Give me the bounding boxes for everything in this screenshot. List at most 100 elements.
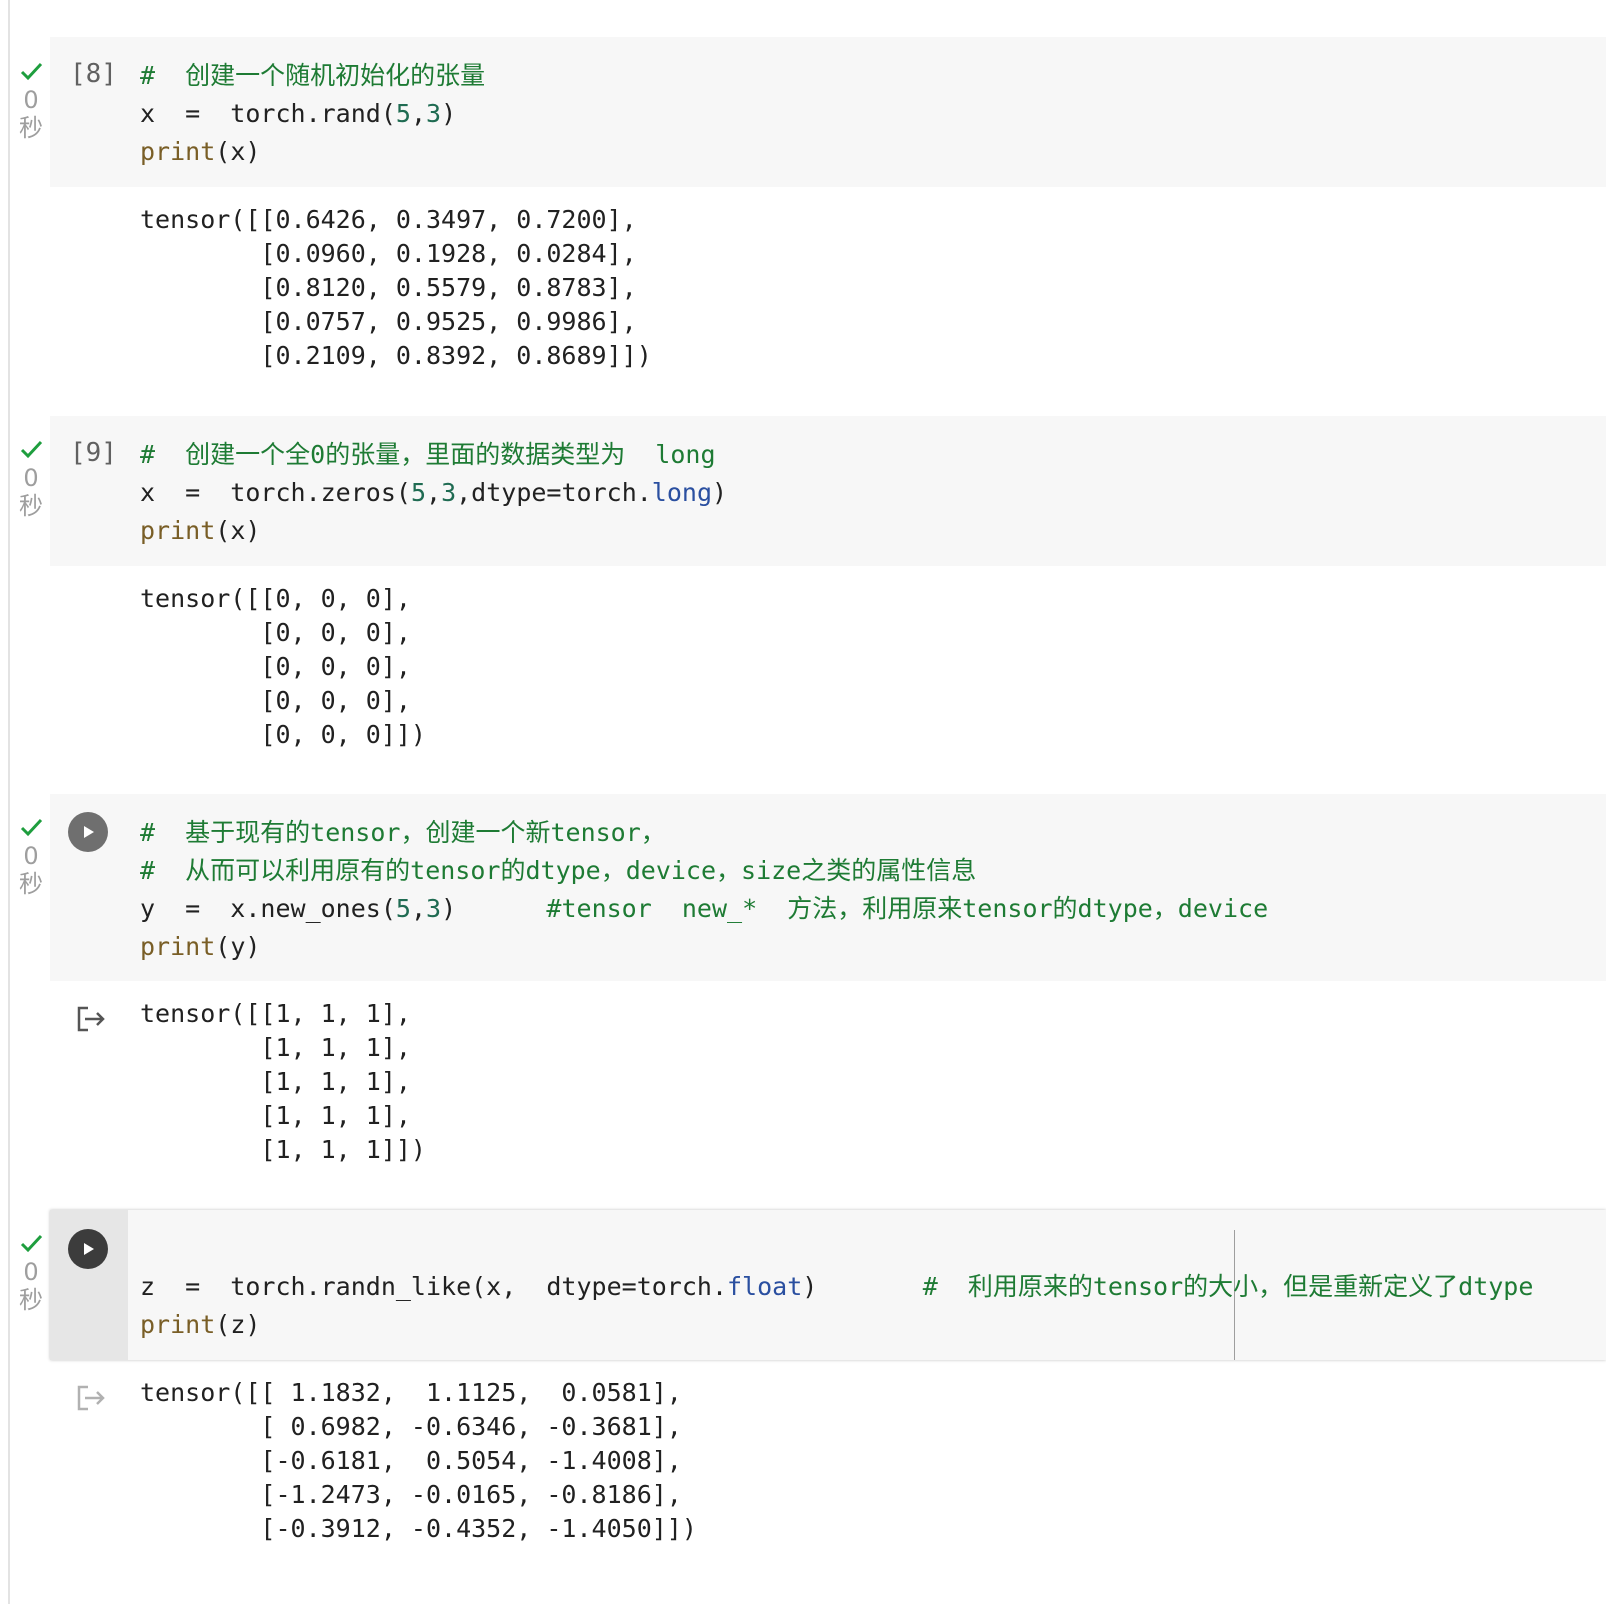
- check-icon: [20, 1234, 43, 1253]
- code-token: print: [140, 137, 216, 166]
- exec-time-value: 0: [23, 1258, 39, 1286]
- check-icon: [20, 440, 43, 459]
- output-line: [0, 0, 0],: [140, 686, 411, 715]
- code-text[interactable]: # 创建一个全0的张量，里面的数据类型为 long x = torch.zero…: [140, 436, 727, 550]
- exec-time-unit: 秒: [19, 870, 43, 898]
- output-line: tensor([[0.6426, 0.3497, 0.7200],: [140, 205, 637, 234]
- code-token: ,dtype=torch.: [456, 478, 652, 507]
- code-token: long: [651, 478, 713, 507]
- code-token: # 基于现有的tensor，创建一个新tensor，: [140, 818, 666, 847]
- output-line: [1, 1, 1],: [140, 1033, 411, 1062]
- code-line[interactable]: # 创建一个全0的张量，里面的数据类型为 long: [140, 440, 716, 469]
- output-line: [0.8120, 0.5579, 0.8783],: [140, 273, 637, 302]
- code-token: 3: [426, 99, 442, 128]
- output-line: tensor([[ 1.1832, 1.1125, 0.0581],: [140, 1378, 682, 1407]
- output-line: [0.2109, 0.8392, 0.8689]]): [140, 341, 652, 370]
- code-token: (y): [215, 932, 261, 961]
- code-token: # 创建一个全0的张量，里面的数据类型为 long: [140, 440, 716, 469]
- cell-status: 0 秒: [14, 58, 48, 142]
- output-line: [-0.3912, -0.4352, -1.4050]]): [140, 1514, 697, 1543]
- output-line: [0, 0, 0]]): [140, 720, 426, 749]
- code-cell-1[interactable]: 0 秒 [8] # 创建一个随机初始化的张量 x = torch.rand(5,…: [0, 0, 1606, 400]
- code-token: 5: [410, 478, 426, 507]
- code-token: x = torch.rand(: [140, 99, 396, 128]
- exec-time-value: 0: [23, 842, 39, 870]
- code-token: 5: [395, 894, 411, 923]
- code-token: z = torch.randn_like(x, dtype=torch.: [140, 1272, 727, 1301]
- code-token: y = x.new_ones(: [140, 894, 396, 923]
- code-token: ,: [426, 478, 442, 507]
- output-redirect-icon[interactable]: [74, 1381, 108, 1415]
- code-token: 3: [441, 478, 457, 507]
- code-token: x = torch.zeros(: [140, 478, 411, 507]
- code-token: print: [140, 932, 216, 961]
- output-line: [-1.2473, -0.0165, -0.8186],: [140, 1480, 682, 1509]
- code-token: float: [727, 1272, 803, 1301]
- output-line: tensor([[0, 0, 0],: [140, 584, 411, 613]
- output-line: [0.0757, 0.9525, 0.9986],: [140, 307, 637, 336]
- code-token: ): [441, 894, 547, 923]
- code-text[interactable]: # 基于现有的tensor，创建一个新tensor， # 从而可以利用原有的te…: [140, 814, 1268, 966]
- code-token: ,: [410, 894, 426, 923]
- code-token: ): [802, 1272, 923, 1301]
- code-line[interactable]: print(x): [140, 516, 260, 545]
- cell-output: tensor([[0.6426, 0.3497, 0.7200], [0.096…: [140, 203, 652, 373]
- code-token: (z): [215, 1310, 261, 1339]
- code-line[interactable]: # 从而可以利用原有的tensor的dtype，device，size之类的属性…: [140, 856, 976, 885]
- code-token: ): [712, 478, 728, 507]
- code-token: # 利用原来的tensor的大小，但是重新定义了dtype: [922, 1272, 1534, 1301]
- code-token: 3: [426, 894, 442, 923]
- cell-output: tensor([[ 1.1832, 1.1125, 0.0581], [ 0.6…: [140, 1376, 697, 1546]
- output-line: [0.0960, 0.1928, 0.0284],: [140, 239, 637, 268]
- code-token: #tensor new_* 方法，利用原来tensor的dtype，device: [546, 894, 1269, 923]
- code-line[interactable]: x = torch.zeros(5,3,dtype=torch.long): [140, 478, 727, 507]
- code-token: 5: [395, 99, 411, 128]
- output-line: [1, 1, 1],: [140, 1101, 411, 1130]
- code-line[interactable]: print(z): [140, 1310, 260, 1339]
- play-icon: [84, 826, 94, 838]
- exec-time-unit: 秒: [19, 492, 43, 520]
- code-token: # 从而可以利用原有的tensor的dtype，device，size之类的属性…: [140, 856, 977, 885]
- check-icon: [20, 818, 43, 837]
- play-icon: [84, 1243, 94, 1255]
- cell-status: 0 秒: [14, 1230, 48, 1314]
- code-token: print: [140, 1310, 216, 1339]
- code-token: (x): [215, 516, 261, 545]
- run-cell-button[interactable]: [68, 812, 108, 852]
- output-line: [0, 0, 0],: [140, 618, 411, 647]
- output-line: [-0.6181, 0.5054, -1.4008],: [140, 1446, 682, 1475]
- code-line[interactable]: print(x): [140, 137, 260, 166]
- execution-count[interactable]: [9]: [70, 434, 117, 472]
- code-token: ): [441, 99, 457, 128]
- output-line: [1, 1, 1],: [140, 1067, 411, 1096]
- output-redirect-icon[interactable]: [74, 1002, 108, 1036]
- code-text[interactable]: z = torch.randn_like(x, dtype=torch.floa…: [140, 1230, 1533, 1344]
- output-line: [1, 1, 1]]): [140, 1135, 426, 1164]
- exec-time-value: 0: [23, 86, 39, 114]
- cell-output: tensor([[0, 0, 0], [0, 0, 0], [0, 0, 0],…: [140, 582, 426, 752]
- code-line[interactable]: # 创建一个随机初始化的张量: [140, 61, 485, 90]
- cell-output: tensor([[1, 1, 1], [1, 1, 1], [1, 1, 1],…: [140, 997, 426, 1167]
- cell-status: 0 秒: [14, 436, 48, 520]
- code-text[interactable]: # 创建一个随机初始化的张量 x = torch.rand(5,3) print…: [140, 57, 485, 171]
- output-line: tensor([[1, 1, 1],: [140, 999, 411, 1028]
- code-token: (x): [215, 137, 261, 166]
- code-line[interactable]: print(y): [140, 932, 260, 961]
- code-token: # 创建一个随机初始化的张量: [140, 61, 486, 90]
- code-cell-4[interactable]: 0 秒 z = torch.randn_like(x, dtype=torch.…: [0, 0, 1606, 1543]
- run-cell-button[interactable]: [68, 1229, 108, 1269]
- cell-status: 0 秒: [14, 814, 48, 898]
- code-line[interactable]: y = x.new_ones(5,3) #tensor new_* 方法，利用原…: [140, 894, 1268, 923]
- code-line[interactable]: z = torch.randn_like(x, dtype=torch.floa…: [140, 1272, 1533, 1301]
- execution-count[interactable]: [8]: [70, 55, 117, 93]
- code-line[interactable]: x = torch.rand(5,3): [140, 99, 456, 128]
- code-line[interactable]: # 基于现有的tensor，创建一个新tensor，: [140, 818, 666, 847]
- exec-time-value: 0: [23, 464, 39, 492]
- code-token: ,: [410, 99, 426, 128]
- exec-time-unit: 秒: [19, 114, 43, 142]
- output-line: [0, 0, 0],: [140, 652, 411, 681]
- check-icon: [20, 62, 43, 81]
- code-token: print: [140, 516, 216, 545]
- exec-time-unit: 秒: [19, 1286, 43, 1314]
- output-line: [ 0.6982, -0.6346, -0.3681],: [140, 1412, 682, 1441]
